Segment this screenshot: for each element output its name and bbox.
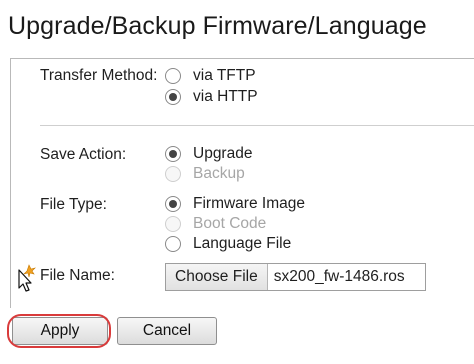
page-header: Upgrade/Backup Firmware/Language <box>0 0 474 56</box>
radio-firmware-image[interactable]: Firmware Image <box>165 194 305 214</box>
radio-upgrade[interactable]: Upgrade <box>165 144 252 164</box>
radio-button[interactable] <box>165 196 181 212</box>
radio-via-tftp[interactable]: via TFTP <box>165 66 256 86</box>
radio-label: via TFTP <box>193 67 256 84</box>
radio-button[interactable] <box>165 236 181 252</box>
radio-label: Backup <box>193 165 245 182</box>
cancel-button[interactable]: Cancel <box>117 317 217 345</box>
radio-button <box>165 166 181 182</box>
file-input[interactable]: Choose File sx200_fw-1486.ros <box>165 263 426 291</box>
page-title: Upgrade/Backup Firmware/Language <box>8 12 427 40</box>
mouse-pointer-icon <box>18 264 36 292</box>
radio-boot-code: Boot Code <box>165 214 266 234</box>
transfer-method-label: Transfer Method: <box>40 67 158 84</box>
radio-button[interactable] <box>165 89 181 105</box>
radio-label: via HTTP <box>193 88 258 105</box>
radio-label: Language File <box>193 235 292 252</box>
radio-backup: Backup <box>165 164 245 184</box>
radio-label: Upgrade <box>193 145 253 162</box>
radio-label: Firmware Image <box>193 195 305 212</box>
radio-button[interactable] <box>165 146 181 162</box>
radio-via-http[interactable]: via HTTP <box>165 87 258 107</box>
file-type-label: File Type: <box>40 196 107 213</box>
selected-file-name: sx200_fw-1486.ros <box>273 268 405 285</box>
radio-button[interactable] <box>165 68 181 84</box>
apply-button[interactable]: Apply <box>12 317 108 345</box>
radio-button <box>165 216 181 232</box>
section-divider <box>40 125 474 126</box>
save-action-label: Save Action: <box>40 146 127 163</box>
choose-file-button[interactable]: Choose File <box>166 264 268 290</box>
radio-label: Boot Code <box>193 215 267 232</box>
radio-language-file[interactable]: Language File <box>165 234 291 254</box>
file-name-label: File Name: <box>40 267 115 284</box>
